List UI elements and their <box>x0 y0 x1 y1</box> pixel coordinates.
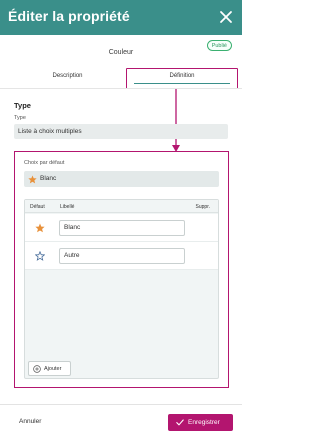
dialog-title: Éditer la propriété <box>8 8 130 24</box>
column-header-delete: Suppr. <box>195 204 210 210</box>
column-header-default: Défaut <box>30 204 45 210</box>
cancel-button[interactable]: Annuler <box>19 418 41 425</box>
dialog-header: Éditer la propriété <box>0 0 242 35</box>
property-name: Couleur <box>108 49 134 56</box>
type-field-value: Liste à choix multiples <box>14 124 228 139</box>
default-choice-label: Choix par défaut <box>24 160 65 166</box>
choices-table: Défaut Libellé Suppr. Blanc Autre Ajoute… <box>24 199 219 379</box>
default-choice-field: Blanc <box>24 171 219 187</box>
default-choice-value: Blanc <box>40 175 57 182</box>
tab-description[interactable]: Description <box>10 67 125 87</box>
save-button-label: Enregistrer <box>188 419 220 426</box>
tabs-divider <box>0 88 242 89</box>
column-header-label: Libellé <box>60 204 75 210</box>
type-section-title: Type <box>14 101 31 110</box>
choice-label-input[interactable]: Blanc <box>59 220 185 236</box>
status-badge: Publié <box>206 40 232 51</box>
edit-property-dialog: Éditer la propriété Couleur Publié Descr… <box>0 0 242 441</box>
table-row: Blanc <box>25 214 218 242</box>
save-button[interactable]: Enregistrer <box>168 414 233 431</box>
plus-circle-icon <box>33 365 41 373</box>
star-outline-icon[interactable] <box>35 251 45 261</box>
footer-divider <box>0 404 242 405</box>
table-row: Autre <box>25 242 218 270</box>
active-tab-indicator <box>134 82 230 84</box>
tab-bar: Description Définition <box>0 67 242 87</box>
star-filled-icon[interactable] <box>35 223 45 233</box>
close-icon[interactable] <box>219 10 233 24</box>
star-filled-icon <box>28 175 37 184</box>
type-field-label: Type <box>14 115 26 121</box>
choices-table-header: Défaut Libellé Suppr. <box>25 200 218 213</box>
add-choice-button[interactable]: Ajouter <box>28 361 71 376</box>
check-icon <box>176 419 184 426</box>
tab-definition-label: Définition <box>169 73 195 79</box>
tab-definition[interactable]: Définition <box>128 67 236 87</box>
add-choice-label: Ajouter <box>44 366 62 372</box>
choice-label-input[interactable]: Autre <box>59 248 185 264</box>
